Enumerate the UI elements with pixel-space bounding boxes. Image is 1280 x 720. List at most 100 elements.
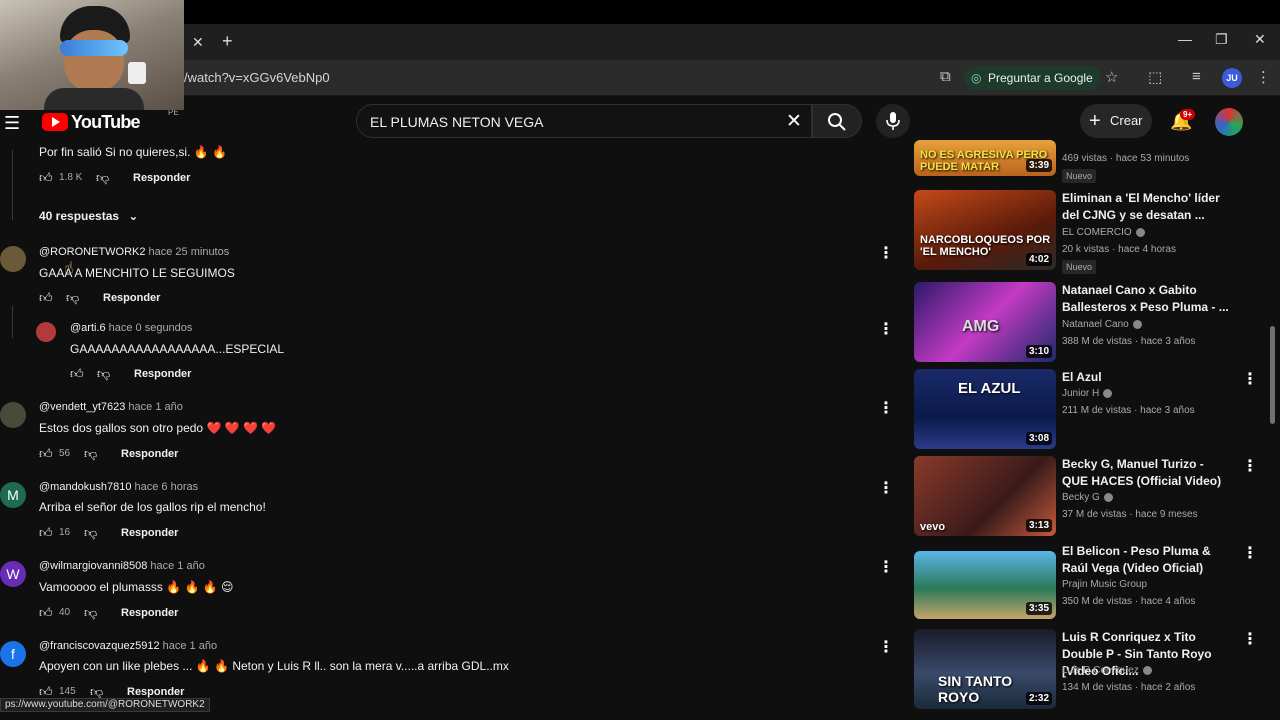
extensions-icon[interactable]: ⬚	[1148, 68, 1162, 86]
notification-badge: 9+	[1180, 109, 1196, 120]
minimize-icon[interactable]: —	[1178, 31, 1192, 47]
reply-button[interactable]: Responder	[134, 368, 191, 380]
comment-time[interactable]: hace 0 segundos	[109, 322, 193, 334]
lens-icon: ◎	[971, 71, 982, 85]
browser-profile-avatar[interactable]: JU	[1222, 68, 1242, 88]
video-duration: 3:08	[1025, 432, 1052, 445]
channel-name[interactable]: Becky G	[1062, 492, 1113, 503]
create-button[interactable]: + Crear	[1080, 104, 1152, 138]
thumbs-up-icon[interactable]: 👍︎	[39, 605, 53, 621]
video-title[interactable]: Eliminan a 'El Mencho' líder del CJNG y …	[1062, 190, 1232, 224]
reply-button[interactable]: Responder	[127, 686, 184, 698]
thumbs-down-icon[interactable]: 👎︎	[84, 525, 97, 541]
avatar[interactable]	[36, 322, 56, 342]
account-avatar[interactable]	[1215, 108, 1243, 136]
more-vert-icon[interactable]: ⋮	[878, 398, 894, 418]
more-vert-icon[interactable]: ⋮	[878, 319, 894, 339]
new-tab-icon[interactable]: +	[222, 31, 233, 52]
reply-button[interactable]: Responder	[121, 448, 178, 460]
channel-name[interactable]: Junior H	[1062, 388, 1113, 399]
channel-name[interactable]: Luis R Conriquez	[1062, 665, 1152, 676]
video-thumbnail[interactable]: NARCOBLOQUEOS POR 'EL MENCHO' 4:02	[914, 190, 1056, 270]
like-count: 145	[59, 686, 76, 697]
avatar[interactable]: M	[0, 482, 26, 508]
author-handle[interactable]: @vendett_yt7623	[39, 401, 125, 413]
thumbs-up-icon[interactable]: 👍︎	[39, 170, 53, 186]
reply-button[interactable]: Responder	[121, 527, 178, 539]
comment-time[interactable]: hace 1 año	[128, 401, 182, 413]
voice-search-button[interactable]	[876, 104, 910, 138]
thumbs-up-icon[interactable]: 👍︎	[39, 525, 53, 541]
restore-icon[interactable]: ❐	[1215, 31, 1228, 48]
thumbs-up-icon[interactable]: 👍︎	[39, 290, 53, 306]
comment-author: @franciscovazquez5912 hace 1 año	[39, 640, 217, 652]
more-vert-icon[interactable]: ⋮	[878, 637, 894, 657]
reply-button[interactable]: Responder	[133, 172, 190, 184]
video-thumbnail[interactable]: NO ES AGRESIVA PERO PUEDE MATAR 3:39	[914, 140, 1056, 176]
thumbs-down-icon[interactable]: 👎︎	[96, 170, 109, 186]
channel-label: Junior H	[1062, 388, 1100, 399]
video-thumbnail[interactable]: SIN TANTO ROYO 2:32	[914, 629, 1056, 709]
window-close-icon[interactable]: ✕	[1254, 31, 1266, 48]
video-thumbnail[interactable]: EL AZUL 3:08	[914, 369, 1056, 449]
avatar[interactable]	[0, 246, 26, 272]
more-vert-icon[interactable]: ⋮	[1242, 456, 1258, 476]
clear-search-icon[interactable]: ✕	[786, 110, 802, 133]
browser-menu-icon[interactable]: ⋮	[1256, 68, 1271, 86]
tab-close-icon[interactable]: ✕	[192, 34, 204, 51]
more-vert-icon[interactable]: ⋮	[878, 243, 894, 263]
video-thumbnail[interactable]: 3:35	[914, 551, 1056, 619]
thumbs-down-icon[interactable]: 👎︎	[97, 366, 110, 382]
ask-google-button[interactable]: ◎ Preguntar a Google	[964, 66, 1101, 90]
youtube-logo[interactable]: YouTube PE	[42, 108, 179, 132]
comment-time[interactable]: hace 6 horas	[135, 481, 199, 493]
video-duration: 3:35	[1025, 602, 1052, 615]
author-handle[interactable]: @mandokush7810	[39, 481, 132, 493]
thumbnail-text: vevo	[920, 521, 946, 533]
more-vert-icon[interactable]: ⋮	[878, 557, 894, 577]
replies-toggle[interactable]: 40 respuestas ⌄	[39, 209, 138, 223]
search-button[interactable]	[812, 104, 862, 138]
avatar[interactable]: f	[0, 641, 26, 667]
chevron-down-icon: ⌄	[128, 209, 139, 223]
thumbs-up-icon[interactable]: 👍︎	[70, 366, 84, 382]
comment-time[interactable]: hace 1 año	[163, 640, 217, 652]
video-thumbnail[interactable]: AMG 3:10	[914, 282, 1056, 362]
comment-author: @vendett_yt7623 hace 1 año	[39, 401, 183, 413]
video-title[interactable]: Becky G, Manuel Turizo - QUE HACES (Offi…	[1062, 456, 1232, 490]
cast-icon[interactable]: ⧉	[940, 68, 951, 85]
author-handle[interactable]: @franciscovazquez5912	[39, 640, 160, 652]
star-icon[interactable]: ☆	[1105, 68, 1118, 86]
author-handle[interactable]: @RORONETWORK2	[39, 246, 146, 258]
thumbs-down-icon[interactable]: 👎︎	[84, 605, 97, 621]
author-handle[interactable]: @arti.6	[70, 322, 106, 334]
thumbs-down-icon[interactable]: 👎︎	[66, 290, 79, 306]
channel-name[interactable]: Prajin Music Group	[1062, 579, 1147, 590]
video-meta: 134 M de vistas · hace 2 años	[1062, 682, 1196, 693]
thumbs-down-icon[interactable]: 👎︎	[84, 446, 97, 462]
video-title[interactable]: Natanael Cano x Gabito Ballesteros x Pes…	[1062, 282, 1232, 316]
thumbs-up-icon[interactable]: 👍︎	[39, 446, 53, 462]
plus-icon: +	[1089, 110, 1101, 132]
avatar[interactable]: W	[0, 561, 26, 587]
avatar[interactable]	[0, 402, 26, 428]
video-title[interactable]: El Azul	[1062, 369, 1232, 386]
more-vert-icon[interactable]: ⋮	[1242, 369, 1258, 389]
more-vert-icon[interactable]: ⋮	[1242, 543, 1258, 563]
reply-button[interactable]: Responder	[121, 607, 178, 619]
author-handle[interactable]: @wilmargiovanni8508	[39, 560, 147, 572]
more-vert-icon[interactable]: ⋮	[878, 478, 894, 498]
comment-time[interactable]: hace 25 minutos	[149, 246, 230, 258]
video-title[interactable]: El Belicon - Peso Pluma & Raúl Vega (Vid…	[1062, 543, 1232, 577]
menu-icon[interactable]: ☰	[4, 113, 20, 134]
channel-name[interactable]: EL COMERCIO	[1062, 227, 1145, 238]
comment-time[interactable]: hace 1 año	[150, 560, 204, 572]
channel-name[interactable]: Natanael Cano	[1062, 319, 1142, 330]
video-thumbnail[interactable]: vevo 3:13	[914, 456, 1056, 536]
url-text[interactable]: /watch?v=xGGv6VebNp0	[184, 70, 330, 85]
media-icon[interactable]: ≡	[1192, 68, 1201, 85]
more-vert-icon[interactable]: ⋮	[1242, 629, 1258, 649]
reply-button[interactable]: Responder	[103, 292, 160, 304]
scrollbar[interactable]	[1270, 326, 1275, 424]
search-query[interactable]: EL PLUMAS NETON VEGA	[370, 114, 544, 130]
